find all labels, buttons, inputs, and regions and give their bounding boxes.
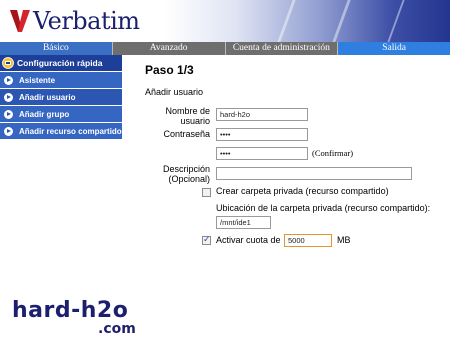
tab-salida[interactable]: Salida [338, 42, 450, 55]
verbatim-logo-icon [10, 8, 30, 34]
private-folder-checkbox[interactable] [202, 188, 211, 197]
arrow-right-icon [4, 126, 13, 136]
private-folder-label: Crear carpeta privada (recurso compartid… [216, 186, 389, 196]
confirm-label: (Confirmar) [312, 148, 354, 158]
sidebar-item-label: Asistente [19, 75, 56, 85]
sidebar-item-anadir-grupo[interactable]: Añadir grupo [0, 106, 122, 122]
description-label: Descripción (Opcional) [150, 164, 210, 184]
username-label-line1: Nombre de [165, 106, 210, 116]
logo-text: Verbatim [33, 7, 140, 35]
watermark-logo: hard-h2o [12, 298, 129, 323]
tab-cuenta-administracion[interactable]: Cuenta de administración [225, 42, 339, 55]
wizard-icon [2, 57, 14, 69]
confirm-password-input[interactable]: •••• [216, 147, 308, 160]
top-nav: Básico Avanzado Cuenta de administración… [0, 42, 450, 55]
location-input[interactable]: /mnt/ide1 [216, 216, 271, 229]
watermark-domain: .com [98, 321, 136, 337]
arrow-right-icon [4, 109, 13, 119]
verbatim-logo: Verbatim [10, 7, 140, 35]
description-label-line1: Descripción [162, 164, 210, 174]
sidebar-item-label: Añadir usuario [19, 92, 76, 102]
quota-input[interactable]: 5000 [284, 234, 332, 247]
location-label: Ubicación de la carpeta privada (recurso… [216, 203, 431, 213]
quota-checkbox[interactable] [202, 234, 211, 245]
step-title: Paso 1/3 [145, 63, 194, 77]
quota-label: Activar cuota de [216, 235, 281, 245]
section-title: Añadir usuario [145, 87, 204, 97]
username-label-line2: usuario [180, 116, 210, 126]
sidebar-item-label: Añadir grupo [19, 109, 70, 119]
header-banner [165, 0, 450, 42]
arrow-right-icon [4, 92, 13, 102]
password-input[interactable]: •••• [216, 128, 308, 141]
tab-avanzado[interactable]: Avanzado [112, 42, 226, 55]
sidebar-item-anadir-usuario[interactable]: Añadir usuario [0, 89, 122, 105]
description-label-line2: (Opcional) [168, 174, 210, 184]
username-input[interactable]: hard-h2o [216, 108, 308, 121]
username-label: Nombre de usuario [150, 106, 210, 126]
sidebar-item-asistente[interactable]: Asistente [0, 72, 122, 88]
tab-basico[interactable]: Básico [0, 42, 113, 55]
sidebar-item-anadir-recurso[interactable]: Añadir recurso compartido [0, 123, 122, 139]
header: Verbatim [0, 0, 450, 42]
quota-unit: MB [337, 235, 351, 245]
password-label: Contraseña [163, 129, 210, 139]
description-input[interactable] [216, 167, 412, 180]
arrow-right-icon [4, 75, 13, 85]
sidebar-header[interactable]: Configuración rápida [0, 55, 122, 71]
sidebar-item-label: Añadir recurso compartido [19, 126, 122, 136]
main-panel: Paso 1/3 Añadir usuario Nombre de usuari… [130, 55, 450, 295]
sidebar-header-label: Configuración rápida [17, 58, 103, 68]
sidebar: Configuración rápida Asistente Añadir us… [0, 55, 122, 139]
